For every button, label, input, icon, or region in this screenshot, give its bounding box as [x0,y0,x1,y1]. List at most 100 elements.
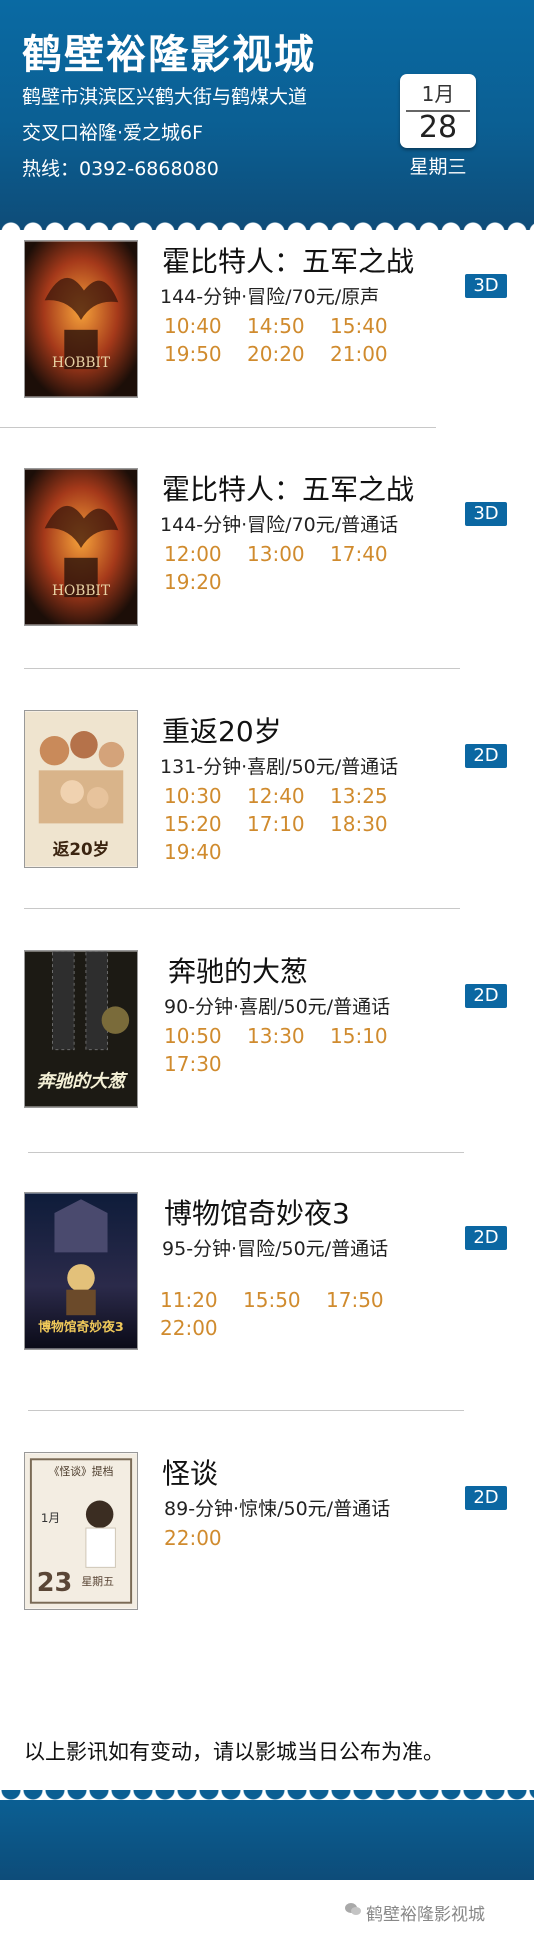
cinema-name: 鹤壁裕隆影视城 [22,32,316,78]
weekday: 星期三 [409,156,467,178]
format-badge: 3D [465,274,507,298]
showtime[interactable]: 12:40 [247,782,330,810]
showtime[interactable]: 17:40 [330,540,413,568]
film-listing[interactable]: 返20岁 重返20岁 131-分钟·喜剧/50元/普通话 2D 10:30 12:… [0,710,534,910]
hotline: 热线：0392-6868080 [22,158,219,180]
date-day: 28 [418,110,458,145]
showtimes: 22:00 [164,1524,494,1552]
film-meta: 131-分钟·喜剧/50元/普通话 [160,752,398,779]
address-line-1: 鹤壁市淇滨区兴鹤大街与鹤煤大道 [22,86,308,108]
film-meta: 95-分钟·冒险/50元/普通话 [162,1234,388,1261]
format-badge: 3D [465,502,507,526]
svg-text:23: 23 [37,1568,73,1598]
showtime[interactable]: 19:20 [164,568,247,596]
film-duration: 90 [164,996,189,1018]
showtime[interactable]: 19:50 [164,340,247,368]
film-genre-price-language: -分钟·惊悚/50元/普通话 [188,1498,391,1520]
showtime[interactable]: 22:00 [160,1314,243,1342]
showtime[interactable]: 21:00 [330,340,413,368]
svg-text:返20岁: 返20岁 [53,839,110,859]
film-listing[interactable]: HOBBIT 霍比特人：五军之战 144-分钟·冒险/70元/普通话 3D 12… [0,468,534,668]
wechat-icon [345,1903,361,1915]
svg-text:奔驰的大葱: 奔驰的大葱 [37,1071,129,1092]
showtime[interactable]: 18:30 [330,810,413,838]
showtimes: 10:50 13:30 15:10 17:30 [164,1022,494,1078]
showtime[interactable]: 15:40 [330,312,413,340]
hobbit-poster[interactable]: HOBBIT [24,240,138,398]
svg-text:博物馆奇妙夜3: 博物馆奇妙夜3 [38,1319,123,1335]
scallop-edge-bottom [0,1790,534,1810]
film-meta: 90-分钟·喜剧/50元/普通话 [164,992,390,1019]
showtime[interactable]: 12:00 [164,540,247,568]
address-line-2: 交叉口裕隆·爱之城6F [22,122,204,144]
showtime[interactable]: 10:50 [164,1022,247,1050]
showtimes: 10:40 14:50 15:40 19:50 20:20 21:00 [164,312,494,368]
miss-granny-poster[interactable]: 返20岁 [24,710,138,868]
film-listing[interactable]: 《怪谈》提档 1月 23 星期五 怪谈 89-分钟·惊悚/50元/普通话 2D … [0,1452,534,1652]
film-title: 怪谈 [162,1457,219,1490]
showtime[interactable]: 22:00 [164,1524,247,1552]
film-listing[interactable]: 博物馆奇妙夜3 博物馆奇妙夜3 95-分钟·冒险/50元/普通话 2D 11:2… [0,1192,534,1392]
showtime[interactable]: 17:10 [247,810,330,838]
scallop-edge-top [0,212,534,232]
schedule-notice: 以上影讯如有变动，请以影城当日公布为准。 [24,1740,444,1764]
film-duration: 144 [160,514,197,536]
film-genre-price-language: -分钟·冒险/50元/普通话 [186,1238,389,1260]
showtime[interactable]: 13:00 [247,540,330,568]
svg-text:《怪谈》提档: 《怪谈》提档 [49,1464,114,1478]
showtime[interactable]: 15:50 [243,1286,326,1314]
film-genre-price-language: -分钟·冒险/70元/普通话 [196,514,399,536]
showtimes: 10:30 12:40 13:25 15:20 17:10 18:30 19:40 [164,782,494,866]
account-watermark: 鹤壁裕隆影视城 [366,1905,485,1925]
format-badge: 2D [465,744,507,768]
divider [0,427,436,428]
film-duration: 95 [162,1238,187,1260]
film-meta: 144-分钟·冒险/70元/原声 [160,282,379,309]
divider [24,668,460,669]
svg-text:HOBBIT: HOBBIT [52,583,111,599]
divider [24,908,460,909]
hobbit-poster[interactable]: HOBBIT [24,468,138,626]
film-listing[interactable]: HOBBIT 霍比特人：五军之战 144-分钟·冒险/70元/原声 3D 10:… [0,240,534,440]
showtime[interactable]: 13:25 [330,782,413,810]
film-title: 霍比特人：五军之战 [162,245,415,278]
night-at-museum-poster[interactable]: 博物馆奇妙夜3 [24,1192,138,1350]
film-genre-price-language: -分钟·喜剧/50元/普通话 [188,996,391,1018]
showtime[interactable]: 17:30 [164,1050,247,1078]
cinema-header: 鹤壁裕隆影视城 鹤壁市淇滨区兴鹤大街与鹤煤大道 交叉口裕隆·爱之城6F 热线：0… [0,0,534,230]
format-badge: 2D [465,1226,507,1250]
film-meta: 89-分钟·惊悚/50元/普通话 [164,1494,390,1521]
film-title: 重返20岁 [162,715,282,748]
film-listing[interactable]: 奔驰的大葱 奔驰的大葱 90-分钟·喜剧/50元/普通话 2D 10:50 13:… [0,950,534,1150]
film-title: 奔驰的大葱 [168,955,309,988]
svg-text:星期五: 星期五 [82,1575,115,1588]
showtime[interactable]: 17:50 [326,1286,409,1314]
showtime[interactable]: 14:50 [247,312,330,340]
showtime[interactable]: 10:30 [164,782,247,810]
film-duration: 144 [160,286,197,308]
date-month: 1月 [421,82,455,106]
showtime[interactable]: 11:20 [160,1286,243,1314]
film-title: 博物馆奇妙夜3 [164,1197,350,1230]
film-genre-price-language: -分钟·冒险/70元/原声 [196,286,380,308]
showtime[interactable]: 10:40 [164,312,247,340]
divider [28,1152,464,1153]
guaitan-poster[interactable]: 《怪谈》提档 1月 23 星期五 [24,1452,138,1610]
format-badge: 2D [465,1486,507,1510]
footer-band [0,1800,534,1880]
showtime[interactable]: 13:30 [247,1022,330,1050]
showtime[interactable]: 15:20 [164,810,247,838]
film-duration: 131 [160,756,197,778]
svg-text:1月: 1月 [41,1511,60,1525]
showtime[interactable]: 20:20 [247,340,330,368]
svg-text:HOBBIT: HOBBIT [52,355,111,371]
showtime[interactable]: 19:40 [164,838,247,866]
film-duration: 89 [164,1498,189,1520]
running-onion-poster[interactable]: 奔驰的大葱 [24,950,138,1108]
film-title: 霍比特人：五军之战 [162,473,415,506]
calendar-date-card: 1月 28 [400,74,476,148]
format-badge: 2D [465,984,507,1008]
showtimes: 11:20 15:50 17:50 22:00 [160,1286,490,1342]
divider [28,1410,464,1411]
showtime[interactable]: 15:10 [330,1022,413,1050]
